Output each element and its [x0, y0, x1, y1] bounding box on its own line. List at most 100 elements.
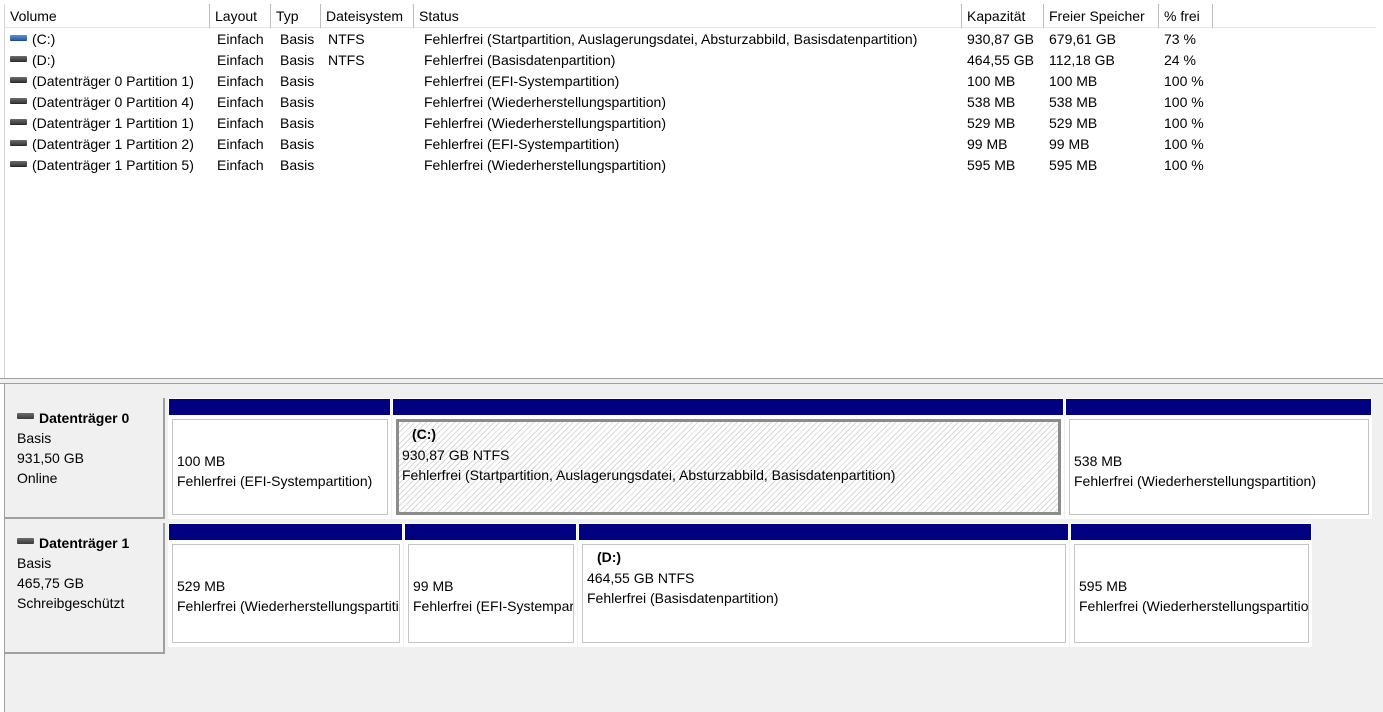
volume-row[interactable]: (Datenträger 1 Partition 2) Einfach Basi…	[5, 134, 1376, 155]
partition-selected[interactable]: (C:) 930,87 GB NTFS Fehlerfrei (Startpar…	[392, 398, 1064, 519]
volume-name: (C:)	[32, 31, 56, 47]
volume-capacity: 464,55 GB	[967, 52, 1034, 68]
volume-filesystem	[328, 92, 414, 113]
volume-list-header: Volume Layout Typ Dateisystem Status Kap…	[5, 4, 1376, 28]
disk-row-1: Datenträger 1 Basis 465,75 GB Schreibges…	[5, 523, 1383, 654]
column-header-percent-free[interactable]: % frei	[1159, 4, 1213, 28]
volume-capacity: 930,87 GB	[967, 31, 1034, 47]
partition[interactable]: 99 MB Fehlerfrei (EFI-Systempartition)	[404, 523, 577, 647]
volume-percent-free: 73 %	[1164, 31, 1196, 47]
volume-free: 100 MB	[1049, 73, 1098, 89]
volume-percent-free: 100 %	[1164, 73, 1204, 89]
partition-status: Fehlerfrei (Startpartition, Auslagerungs…	[402, 467, 896, 483]
disk-icon	[17, 413, 34, 420]
column-header-filesystem[interactable]: Dateisystem	[321, 4, 414, 28]
partition[interactable]: 100 MB Fehlerfrei (EFI-Systempartition)	[168, 398, 391, 519]
volume-free: 99 MB	[1049, 136, 1090, 152]
volume-percent-free: 100 %	[1164, 115, 1204, 131]
volume-type: Basis	[280, 157, 315, 173]
volume-name: (D:)	[32, 52, 56, 68]
partition-size: 930,87 GB NTFS	[402, 447, 510, 463]
volume-type: Basis	[280, 94, 315, 110]
volume-status: Fehlerfrei (Startpartition, Auslagerungs…	[424, 31, 918, 47]
partition-bar	[168, 398, 391, 416]
volume-layout: Einfach	[217, 52, 264, 68]
partition-status: Fehlerfrei (Basisdatenpartition)	[587, 590, 779, 606]
partition-body: 538 MB Fehlerfrei (Wiederherstellungspar…	[1069, 419, 1369, 515]
partition-body: 529 MB Fehlerfrei (Wiederherstellungspar…	[172, 544, 400, 643]
volume-type: Basis	[280, 115, 315, 131]
partition[interactable]: 595 MB Fehlerfrei (Wiederherstellungspar…	[1070, 523, 1312, 647]
volume-status: Fehlerfrei (EFI-Systempartition)	[424, 73, 620, 89]
column-header-layout[interactable]: Layout	[210, 4, 271, 28]
partition-bar	[578, 523, 1069, 541]
partition[interactable]: 529 MB Fehlerfrei (Wiederherstellungspar…	[168, 523, 403, 647]
partition-status: Fehlerfrei (Wiederherstellungspartition)	[1079, 598, 1309, 614]
volume-row[interactable]: (Datenträger 1 Partition 5) Einfach Basi…	[5, 155, 1376, 176]
volume-row[interactable]: (Datenträger 0 Partition 4) Einfach Basi…	[5, 92, 1376, 113]
volume-row[interactable]: (Datenträger 1 Partition 1) Einfach Basi…	[5, 113, 1376, 134]
volume-name: (Datenträger 1 Partition 1)	[32, 115, 194, 131]
volume-free: 112,18 GB	[1049, 52, 1115, 68]
volume-filesystem	[328, 134, 414, 155]
volume-gray-icon	[10, 140, 27, 147]
volume-capacity: 529 MB	[967, 115, 1016, 131]
volume-blue-icon	[10, 35, 27, 42]
disk-label[interactable]: Datenträger 1 Basis 465,75 GB Schreibges…	[5, 523, 165, 654]
volume-status: Fehlerfrei (Wiederherstellungspartition)	[424, 115, 666, 131]
disk-icon	[17, 538, 34, 545]
column-header-free-space[interactable]: Freier Speicher	[1044, 4, 1159, 28]
volume-layout: Einfach	[217, 31, 264, 47]
volume-gray-icon	[10, 77, 27, 84]
volume-name: (Datenträger 1 Partition 5)	[32, 157, 194, 173]
volume-filesystem	[328, 155, 414, 176]
volume-filesystem: NTFS	[328, 31, 365, 47]
disk-size: 931,50 GB	[17, 450, 84, 466]
disk-size: 465,75 GB	[17, 575, 84, 591]
volume-layout: Einfach	[217, 157, 264, 173]
volume-filesystem	[328, 71, 414, 92]
column-header-volume[interactable]: Volume	[5, 4, 210, 28]
volume-filesystem	[328, 113, 414, 134]
volume-gray-icon	[10, 98, 27, 105]
volume-free: 538 MB	[1049, 94, 1098, 110]
partition[interactable]: 538 MB Fehlerfrei (Wiederherstellungspar…	[1065, 398, 1372, 519]
column-header-type[interactable]: Typ	[271, 4, 321, 28]
disk-name: Datenträger 0	[39, 410, 130, 426]
disk-type: Basis	[17, 430, 52, 446]
partition[interactable]: (D:) 464,55 GB NTFS Fehlerfrei (Basisdat…	[578, 523, 1069, 647]
volume-row[interactable]: (D:) Einfach Basis NTFS Fehlerfrei (Basi…	[5, 50, 1376, 71]
partition-size: 529 MB	[177, 578, 226, 594]
volume-name: (Datenträger 0 Partition 1)	[32, 73, 194, 89]
volume-gray-icon	[10, 56, 27, 63]
volume-capacity: 100 MB	[967, 73, 1016, 89]
partition-bar	[1065, 398, 1372, 416]
volume-layout: Einfach	[217, 115, 264, 131]
partition-title: (D:)	[597, 549, 622, 565]
volume-list[interactable]: Volume Layout Typ Dateisystem Status Kap…	[4, 4, 1376, 378]
partition-size: 99 MB	[413, 578, 454, 594]
partition-size: 538 MB	[1074, 453, 1123, 469]
disk-state: Online	[17, 470, 58, 486]
column-header-status[interactable]: Status	[414, 4, 962, 28]
disk-view[interactable]: Datenträger 0 Basis 931,50 GB Online 100…	[4, 384, 1383, 712]
partition-size: 595 MB	[1079, 578, 1128, 594]
volume-status: Fehlerfrei (Basisdatenpartition)	[424, 52, 616, 68]
volume-layout: Einfach	[217, 94, 264, 110]
volume-row[interactable]: (C:) Einfach Basis NTFS Fehlerfrei (Star…	[5, 29, 1376, 50]
volume-gray-icon	[10, 161, 27, 168]
volume-row[interactable]: (Datenträger 0 Partition 1) Einfach Basi…	[5, 71, 1376, 92]
partition-body: (D:) 464,55 GB NTFS Fehlerfrei (Basisdat…	[582, 544, 1066, 643]
volume-filesystem: NTFS	[328, 52, 365, 68]
volume-type: Basis	[280, 52, 315, 68]
partition-status: Fehlerfrei (Wiederherstellungspartition)	[1074, 473, 1316, 489]
volume-status: Fehlerfrei (EFI-Systempartition)	[424, 136, 620, 152]
disk-name: Datenträger 1	[39, 535, 130, 551]
disk-label[interactable]: Datenträger 0 Basis 931,50 GB Online	[5, 398, 165, 519]
partition-bar	[392, 398, 1064, 416]
partition-status: Fehlerfrei (EFI-Systempartition)	[413, 598, 574, 614]
column-header-capacity[interactable]: Kapazität	[962, 4, 1044, 28]
volume-capacity: 99 MB	[967, 136, 1008, 152]
volume-layout: Einfach	[217, 136, 264, 152]
volume-free: 679,61 GB	[1049, 31, 1116, 47]
